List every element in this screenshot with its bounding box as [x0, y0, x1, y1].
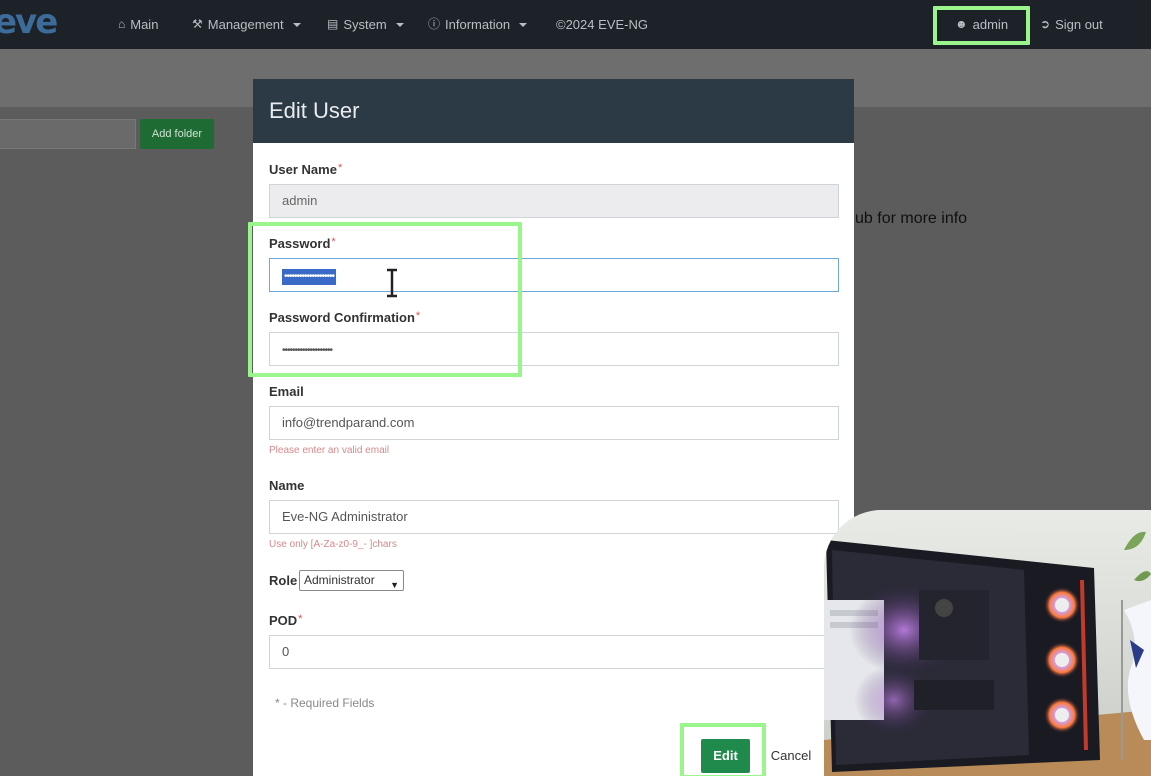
password-field[interactable]: ••••••••••••••••••••	[269, 258, 839, 292]
user-icon: ☻	[955, 17, 968, 31]
text-cursor-icon	[387, 268, 397, 298]
webcam-overlay	[824, 510, 1151, 776]
password-label: Password*	[269, 236, 336, 251]
password-confirm-value: ••••••••••••••••••••	[282, 345, 333, 356]
required-fields-note: * - Required Fields	[275, 696, 375, 710]
chevron-down-icon	[395, 22, 404, 27]
password-confirm-label: Password Confirmation*	[269, 310, 421, 325]
chevron-down-icon	[292, 22, 301, 27]
nav-user-label: admin	[972, 17, 1009, 32]
pod-label: POD*	[269, 613, 303, 628]
role-select[interactable]: Administrator ▼	[299, 570, 404, 591]
info-icon: ⓘ	[428, 17, 441, 31]
wrench-icon: ⚒	[192, 17, 203, 31]
username-field: admin	[269, 184, 839, 218]
top-navbar: eve ⌂ Main ⚒ Management ▤ System ⓘ Infor…	[0, 0, 1151, 49]
nav-user[interactable]: ☻ admin	[955, 0, 1008, 49]
pod-field[interactable]: 0	[269, 635, 839, 669]
add-folder-button[interactable]: Add folder	[140, 119, 214, 149]
home-icon: ⌂	[118, 17, 126, 31]
copyright-text: ©2024 EVE-NG	[556, 17, 648, 32]
name-help-text: Use only [A-Za-z0-9_- ]chars	[269, 539, 397, 550]
name-label: Name	[269, 478, 305, 493]
email-help-text: Please enter an valid email	[269, 445, 390, 456]
chevron-down-icon: ▼	[390, 580, 399, 590]
role-label: Role	[269, 573, 298, 588]
nav-information[interactable]: ⓘ Information	[428, 0, 528, 49]
modal-title: Edit User	[253, 79, 854, 143]
sign-out-icon: ➲	[1040, 17, 1051, 31]
hdd-icon: ▤	[327, 17, 339, 31]
nav-management[interactable]: ⚒ Management	[192, 0, 301, 49]
edit-user-modal: Edit User User Name* admin Password* •••…	[253, 79, 854, 776]
eve-logo[interactable]: eve	[0, 2, 62, 42]
password-confirm-field[interactable]: ••••••••••••••••••••	[269, 332, 839, 366]
name-field[interactable]: Eve-NG Administrator	[269, 500, 839, 534]
nav-main[interactable]: ⌂ Main	[118, 0, 158, 49]
nav-information-label: Information	[445, 17, 511, 32]
nav-main-label: Main	[130, 17, 159, 32]
chevron-down-icon	[519, 22, 528, 27]
nav-system[interactable]: ▤ System	[327, 0, 404, 49]
nav-sign-out[interactable]: ➲ Sign out	[1040, 0, 1103, 49]
username-label: User Name*	[269, 162, 343, 177]
pc-case-photo	[824, 510, 1151, 776]
nav-system-label: System	[343, 17, 387, 32]
cancel-button[interactable]: Cancel	[761, 739, 821, 773]
folder-name-input[interactable]	[0, 119, 136, 149]
password-value: ••••••••••••••••••••	[282, 269, 337, 285]
role-select-value: Administrator	[304, 573, 375, 587]
nav-sign-out-label: Sign out	[1055, 17, 1103, 32]
email-label: Email	[269, 384, 304, 399]
background-info-text: ub for more info	[855, 210, 968, 227]
email-field[interactable]: info@trendparand.com	[269, 406, 839, 440]
edit-button[interactable]: Edit	[701, 739, 750, 773]
nav-management-label: Management	[207, 17, 284, 32]
